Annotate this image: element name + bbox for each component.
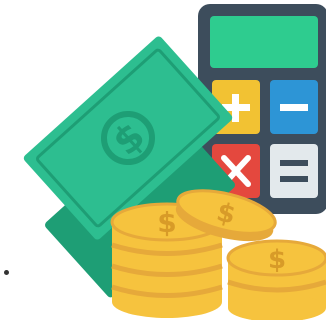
minus-key xyxy=(270,80,318,134)
svg-text:$: $ xyxy=(157,206,176,239)
money-illustration: $ $ $ $ xyxy=(0,0,326,320)
equals-key xyxy=(270,144,318,198)
svg-text:$: $ xyxy=(268,245,286,275)
illustration-canvas: $ $ $ $ xyxy=(23,4,326,320)
list-bullet xyxy=(4,270,9,275)
